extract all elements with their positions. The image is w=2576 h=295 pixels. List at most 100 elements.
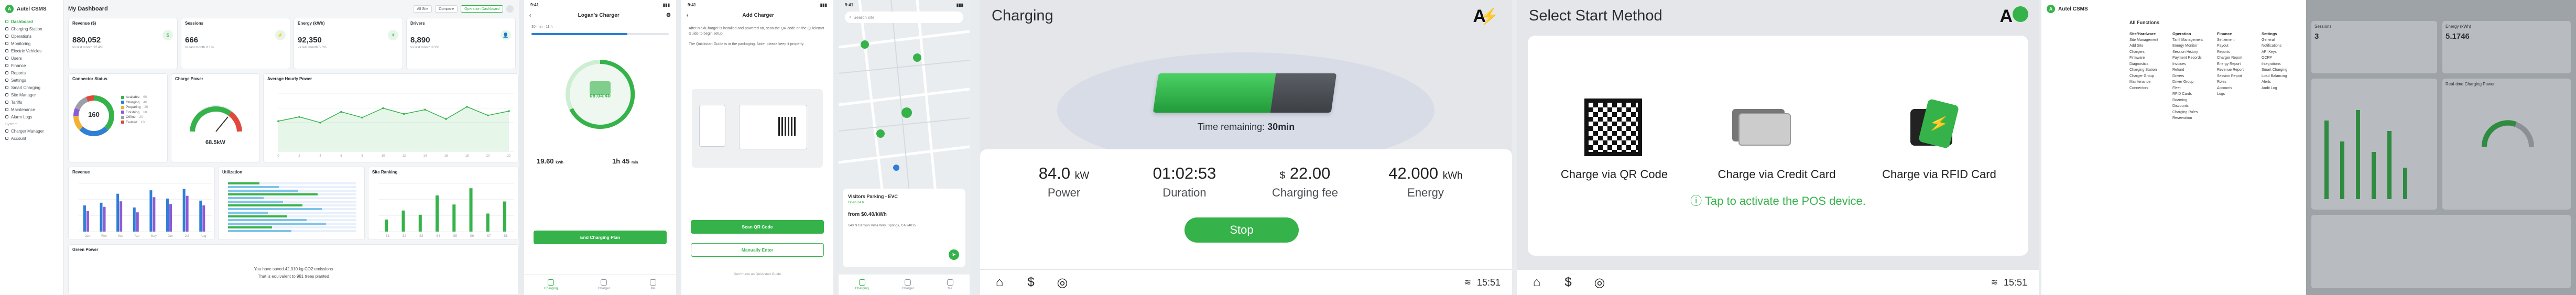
menu-link[interactable]: Charger Group — [2129, 73, 2158, 80]
menu-link[interactable]: Add Site — [2129, 43, 2158, 49]
back-icon[interactable]: ‹ — [529, 13, 531, 18]
menu-link[interactable]: Drivers — [2172, 73, 2203, 80]
menu-link[interactable]: Diagnostics — [2129, 61, 2158, 68]
menu-link[interactable]: Refund — [2172, 67, 2203, 73]
menu-link[interactable]: Maintenance — [2129, 79, 2158, 85]
sidebar-item[interactable]: Smart Charging — [0, 84, 63, 91]
menu-link[interactable]: Energy Report — [2217, 61, 2244, 68]
sidebar-item[interactable]: Dashboard — [0, 18, 63, 25]
menu-icon — [5, 93, 8, 96]
globe-icon[interactable]: ◎ — [1592, 275, 1607, 290]
scan-qr-button[interactable]: Scan QR Code — [691, 220, 824, 234]
operation-dashboard-button[interactable]: Operation Dashboard — [461, 5, 503, 13]
navigate-icon[interactable]: ➤ — [949, 249, 959, 260]
map-search[interactable]: ⌕ Search site — [845, 12, 963, 23]
sidebar-item[interactable]: Users — [0, 54, 63, 62]
menu-link[interactable]: Settlement — [2217, 37, 2244, 43]
site-card[interactable]: Visitors Parking - EVC Open 24 h from $0… — [843, 189, 965, 267]
menu-link[interactable]: Tariff Management — [2172, 37, 2203, 43]
menu-link[interactable]: Integrations — [2262, 61, 2287, 68]
menu-link[interactable]: Charging Station — [2129, 67, 2158, 73]
menu-link[interactable]: Energy Monitor — [2172, 43, 2203, 49]
tab-charging[interactable]: Charging — [544, 279, 558, 290]
avatar[interactable] — [506, 5, 514, 13]
site-filter[interactable]: All Site — [413, 5, 432, 13]
menu-link[interactable]: Roles — [2217, 79, 2244, 85]
brand-name: Autel CSMS — [2058, 6, 2088, 12]
menu-link[interactable]: Payment Records — [2172, 55, 2203, 61]
menu-link[interactable]: Session Report — [2217, 73, 2244, 80]
settings-icon[interactable]: ⚙ — [666, 13, 671, 18]
no-guide-link[interactable]: Don't have an Quickstart Guide — [681, 272, 833, 276]
start-method-option[interactable]: Charge via QR Code — [1551, 168, 1677, 181]
menu-link[interactable]: RFID Cards — [2172, 91, 2203, 97]
tab-charging[interactable]: Charging — [855, 279, 869, 290]
sidebar-item[interactable]: Finance — [0, 62, 63, 69]
menu-link[interactable]: Charger Report — [2217, 55, 2244, 61]
menu-link[interactable]: Payout — [2217, 43, 2244, 49]
sidebar-item[interactable]: Account — [0, 135, 63, 142]
site-ranking-chart: S1 S2 S3 S4 S5 S6 S7 S8 — [379, 183, 514, 238]
sidebar-item[interactable]: Site Manager — [0, 91, 63, 99]
sidebar-item[interactable]: Electric Vehicles — [0, 47, 63, 54]
end-charging-button[interactable]: End Charging Plan — [534, 231, 667, 244]
menu-link[interactable]: Reservation — [2172, 115, 2203, 122]
sidebar-item[interactable]: Tariffs — [0, 99, 63, 106]
start-method-option[interactable]: Charge via Credit Card — [1714, 168, 1840, 181]
start-method-option[interactable]: Charge via RFID Card — [1876, 168, 2002, 181]
page-title: My Dashboard — [68, 6, 108, 12]
legend-count: 60 — [143, 95, 147, 99]
menu-link[interactable]: Connectors — [2129, 85, 2158, 92]
home-icon[interactable]: ⌂ — [1529, 275, 1545, 290]
dollar-icon[interactable]: $ — [1023, 275, 1039, 290]
menu-link[interactable]: Notifications — [2262, 43, 2287, 49]
menu-link[interactable]: Load Balancing — [2262, 73, 2287, 80]
menu-link[interactable]: Discounts — [2172, 103, 2203, 110]
menu-link[interactable]: API Keys — [2262, 49, 2287, 56]
util-bar — [228, 186, 279, 188]
menu-link[interactable]: Revenue Report — [2217, 67, 2244, 73]
menu-link[interactable]: Roaming — [2172, 97, 2203, 104]
tab-me[interactable]: Me — [947, 279, 953, 290]
menu-link[interactable]: Accounts — [2217, 85, 2244, 92]
sidebar-item[interactable]: Reports — [0, 69, 63, 77]
menu-link[interactable]: Charging Rules — [2172, 110, 2203, 116]
tab-me[interactable]: Me — [649, 279, 656, 290]
compare-button[interactable]: Compare — [435, 5, 458, 13]
menu-link[interactable]: Alerts — [2262, 79, 2287, 85]
home-icon[interactable]: ⌂ — [992, 275, 1007, 290]
menu-link[interactable]: Session History — [2172, 49, 2203, 56]
sidebar-item[interactable]: Settings — [0, 77, 63, 84]
limit-slider[interactable] — [531, 33, 669, 35]
tab-charger[interactable]: Charger — [597, 279, 610, 290]
x-tick: 6 — [340, 155, 342, 158]
dollar-icon[interactable]: $ — [1560, 275, 1576, 290]
menu-link[interactable]: Site Management — [2129, 37, 2158, 43]
back-icon[interactable]: ‹ — [687, 13, 688, 18]
menu-link[interactable]: Driver Group — [2172, 79, 2203, 85]
menu-link[interactable]: Smart Charging — [2262, 67, 2287, 73]
globe-icon[interactable]: ◎ — [1055, 275, 1070, 290]
menu-link[interactable]: Invoices — [2172, 61, 2203, 68]
sidebar-item[interactable]: Monitoring — [0, 40, 63, 47]
sidebar-item[interactable]: Alarm Logs — [0, 113, 63, 121]
sidebar-item[interactable]: Charger Manager — [0, 127, 63, 135]
menu-link[interactable]: Audit Log — [2262, 85, 2287, 92]
charge-power-value: 68.5kW — [205, 139, 225, 146]
menu-link[interactable]: Fleet — [2172, 85, 2203, 92]
menu-link[interactable]: OCPP — [2262, 55, 2287, 61]
stop-button[interactable]: Stop — [1184, 217, 1299, 243]
sidebar-item[interactable]: Operations — [0, 32, 63, 40]
tab-icon — [601, 279, 607, 286]
sidebar-item[interactable]: Maintenance — [0, 106, 63, 113]
menu-link[interactable]: Chargers — [2129, 49, 2158, 56]
data-point — [487, 114, 489, 117]
bar — [202, 205, 205, 232]
sidebar-item[interactable]: Charging Station — [0, 25, 63, 32]
manual-enter-button[interactable]: Manually Enter — [691, 243, 824, 257]
menu-link[interactable]: Logs — [2217, 91, 2244, 97]
menu-link[interactable]: Reports — [2217, 49, 2244, 56]
tab-charger[interactable]: Charger — [901, 279, 914, 290]
menu-link[interactable]: Firmware — [2129, 55, 2158, 61]
menu-link[interactable]: General — [2262, 37, 2287, 43]
